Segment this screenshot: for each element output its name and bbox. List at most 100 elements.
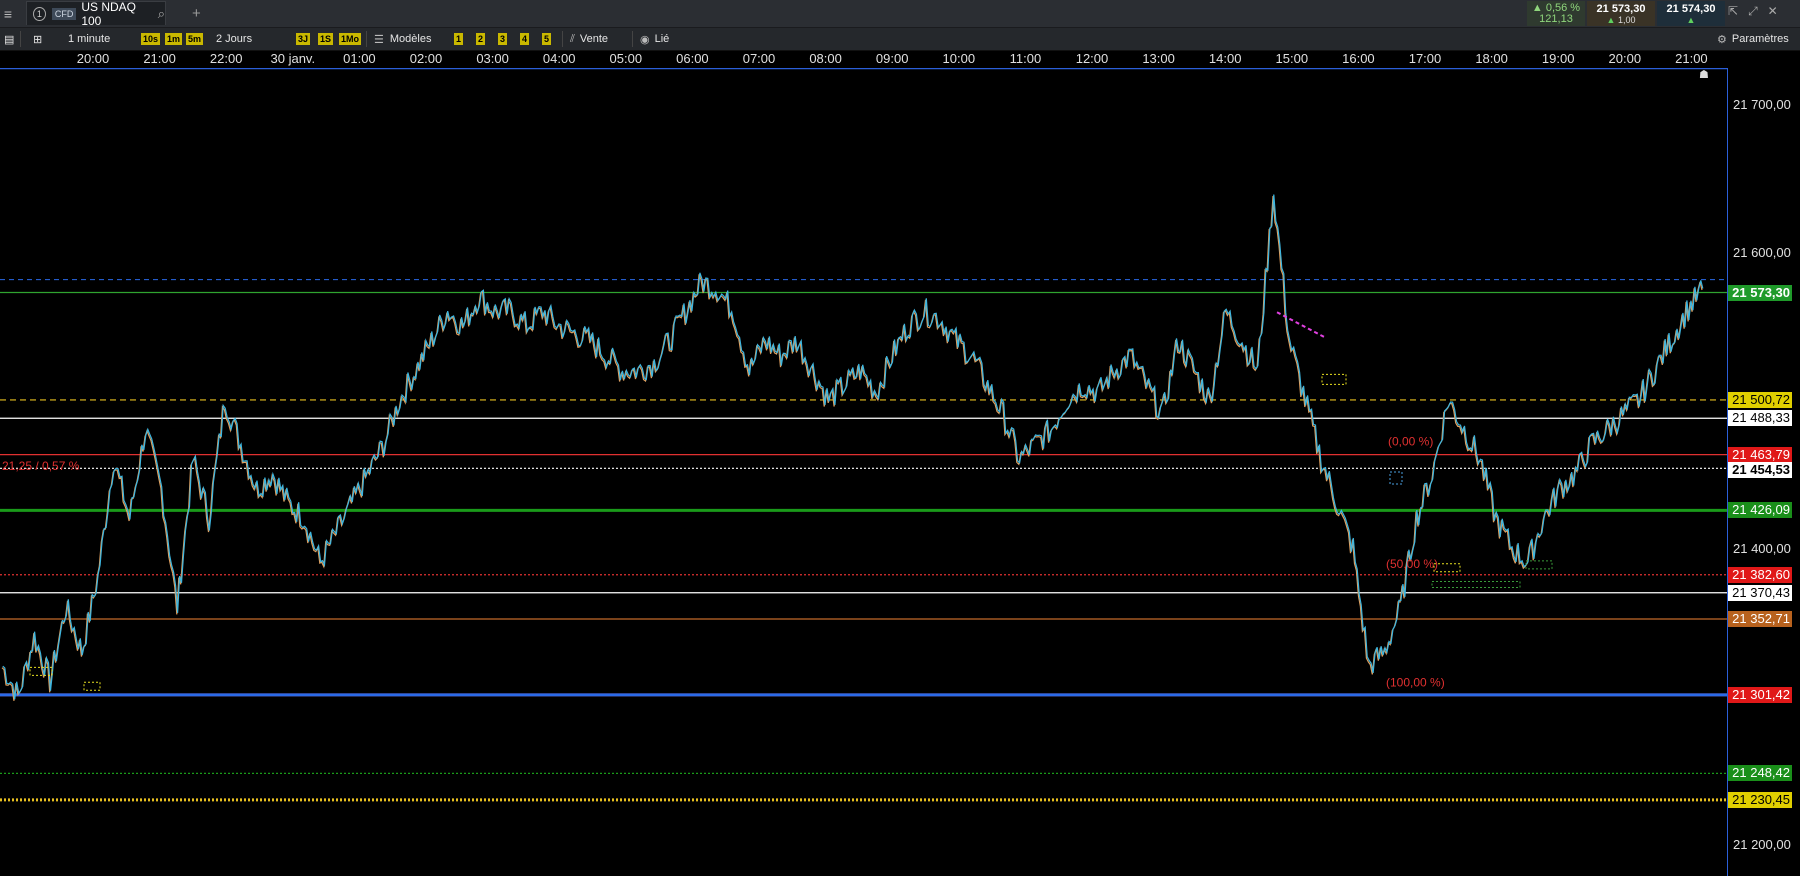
linked-button[interactable]: ◉ Lié [640, 31, 669, 47]
change-percent: ▲ 0,56 % [1531, 1, 1581, 14]
x-tick-label: 19:00 [1541, 51, 1575, 66]
y-tick-label: 21 200,00 [1733, 837, 1791, 852]
gear-icon: ⚙ [1717, 33, 1727, 46]
x-tick-label: 10:00 [942, 51, 976, 66]
sell-icon: ⫽ [570, 32, 575, 45]
instrument-type-badge: CFD [51, 7, 77, 20]
price-series-line [2, 194, 1704, 700]
level-price-label: 21 230,45 [1728, 791, 1792, 808]
linked-label: Lié [654, 33, 670, 45]
level-price-label: 21 382,60 [1728, 566, 1792, 583]
x-tick-label: 15:00 [1275, 51, 1309, 66]
scroll-end-icon[interactable]: ☗ [1699, 68, 1709, 81]
x-tick-label: 20:00 [1608, 51, 1642, 66]
window-controls: ⇱ ⤢ ✕ [1728, 4, 1778, 19]
sliders-icon: ☰ [374, 33, 384, 46]
level-price-label: 21 248,42 [1728, 765, 1792, 782]
model-slot-5[interactable]: 5 [542, 31, 552, 47]
level-price-label: 21 463,79 [1728, 446, 1792, 463]
quick-period-3j[interactable]: 3J [296, 31, 311, 47]
change-box: ▲ 0,56 % 121,13 [1527, 1, 1585, 26]
annotation-label: (100,00 %) [1386, 676, 1445, 690]
separator [366, 31, 367, 47]
x-tick-label: 14:00 [1208, 51, 1242, 66]
bid-button[interactable]: 21 573,30 ▲ 1,00 [1587, 1, 1655, 26]
models-label: Modèles [389, 33, 432, 45]
x-tick-label: 05:00 [609, 51, 643, 66]
sell-button[interactable]: ⫽ Vente [570, 31, 608, 47]
ask-button[interactable]: 21 574,30 ▲ [1657, 1, 1725, 26]
model-slot-3[interactable]: 3 [498, 31, 508, 47]
annotation-label: (0,00 %) [1388, 434, 1433, 448]
x-tick-label: 21:00 [1675, 51, 1708, 66]
add-tab-icon[interactable]: + [192, 0, 201, 27]
x-tick-label: 13:00 [1142, 51, 1175, 66]
expand-icon[interactable]: ⤢ [1748, 4, 1758, 19]
marker-box [83, 681, 101, 691]
x-tick-label: 17:00 [1408, 51, 1442, 66]
instrument-tab[interactable]: 1 CFD US NDAQ 100 ⌕ [26, 0, 166, 28]
quick-period-1mo[interactable]: 1Mo [339, 31, 361, 47]
period-selector[interactable]: 2 Jours [216, 31, 252, 47]
separator [562, 31, 563, 47]
x-tick-label: 22:00 [209, 51, 243, 66]
x-tick-label: 09:00 [875, 51, 909, 66]
level-price-label: 21 301,42 [1728, 686, 1792, 703]
x-tick-label: 21:00 [143, 51, 176, 66]
settings-label: Paramètres [1731, 33, 1789, 45]
ask-price: 21 574,30 [1666, 2, 1716, 15]
models-button[interactable]: ☰ Modèles [374, 31, 431, 47]
price-series-shadow [1, 195, 1703, 701]
x-tick-label: 16:00 [1342, 51, 1375, 66]
bid-price: 21 573,30 [1596, 2, 1646, 15]
level-price-label: 21 488,33 [1728, 410, 1792, 427]
quick-interval-10s[interactable]: 10s [141, 31, 161, 47]
menu-icon[interactable]: ≡ [0, 0, 16, 27]
marker-box [1525, 560, 1553, 570]
model-slot-4[interactable]: 4 [520, 31, 530, 47]
interval-selector[interactable]: 1 minute [68, 31, 110, 47]
x-tick-label: 30 janv. [270, 51, 316, 66]
level-price-label: 21 500,72 [1728, 391, 1792, 408]
x-tick-label: 08:00 [809, 51, 842, 66]
settings-button[interactable]: ⚙ Paramètres [1717, 31, 1789, 47]
quick-interval-5m[interactable]: 5m [186, 31, 204, 47]
x-tick-label: 20:00 [76, 51, 110, 66]
x-tick-label: 02:00 [409, 51, 443, 66]
trend-line-drawing [1276, 311, 1326, 339]
x-tick-label: 06:00 [676, 51, 709, 66]
x-tick-label: 11:00 [1009, 51, 1042, 66]
marker-box [1389, 471, 1403, 485]
list-icon[interactable]: ▤ [4, 31, 14, 47]
level-price-label: 21 370,43 [1728, 584, 1792, 601]
model-slot-2[interactable]: 2 [476, 31, 486, 47]
level-price-label: 21 454,53 [1728, 462, 1792, 479]
tab-number: 1 [33, 6, 46, 21]
close-icon[interactable]: ✕ [1768, 4, 1778, 19]
ask-up-icon: ▲ [1686, 14, 1696, 25]
y-tick-label: 21 400,00 [1733, 541, 1791, 556]
chart-toolbar: ▤ ⊞ 1 minute 10s 1m 5m 2 Jours 3J 1S 1Mo… [0, 28, 1800, 51]
x-tick-label: 07:00 [742, 51, 776, 66]
quick-interval-1m[interactable]: 1m [165, 31, 183, 47]
layout-icon[interactable]: ⊞ [33, 31, 42, 47]
x-tick-label: 18:00 [1475, 51, 1508, 66]
x-tick-label: 04:00 [542, 51, 576, 66]
quote-size: ▲ 1,00 [1606, 14, 1636, 25]
x-tick-label: 12:00 [1075, 51, 1109, 66]
time-axis: 20:00 21:00 22:00 30 janv. 01:00 02:00 03:00 04… [0, 50, 1800, 68]
search-icon[interactable]: ⌕ [158, 6, 165, 22]
marker-box [1321, 373, 1347, 385]
model-slot-1[interactable]: 1 [454, 31, 464, 47]
x-tick-label: 01:00 [343, 51, 376, 66]
annotation-label: 21,25 / 0,57 % [2, 459, 80, 473]
change-absolute: 121,13 [1539, 12, 1573, 25]
detach-icon[interactable]: ⇱ [1728, 4, 1738, 19]
sell-label: Vente [579, 33, 609, 45]
y-tick-label: 21 600,00 [1733, 245, 1791, 260]
price-chart[interactable]: 21,25 / 0,57 % (0,00 %) (50,00 %) (100,00 %… [0, 68, 1800, 876]
x-tick-label: 03:00 [476, 51, 509, 66]
level-price-label: 21 426,09 [1728, 502, 1792, 519]
quick-period-1s[interactable]: 1S [318, 31, 334, 47]
separator [20, 31, 21, 47]
